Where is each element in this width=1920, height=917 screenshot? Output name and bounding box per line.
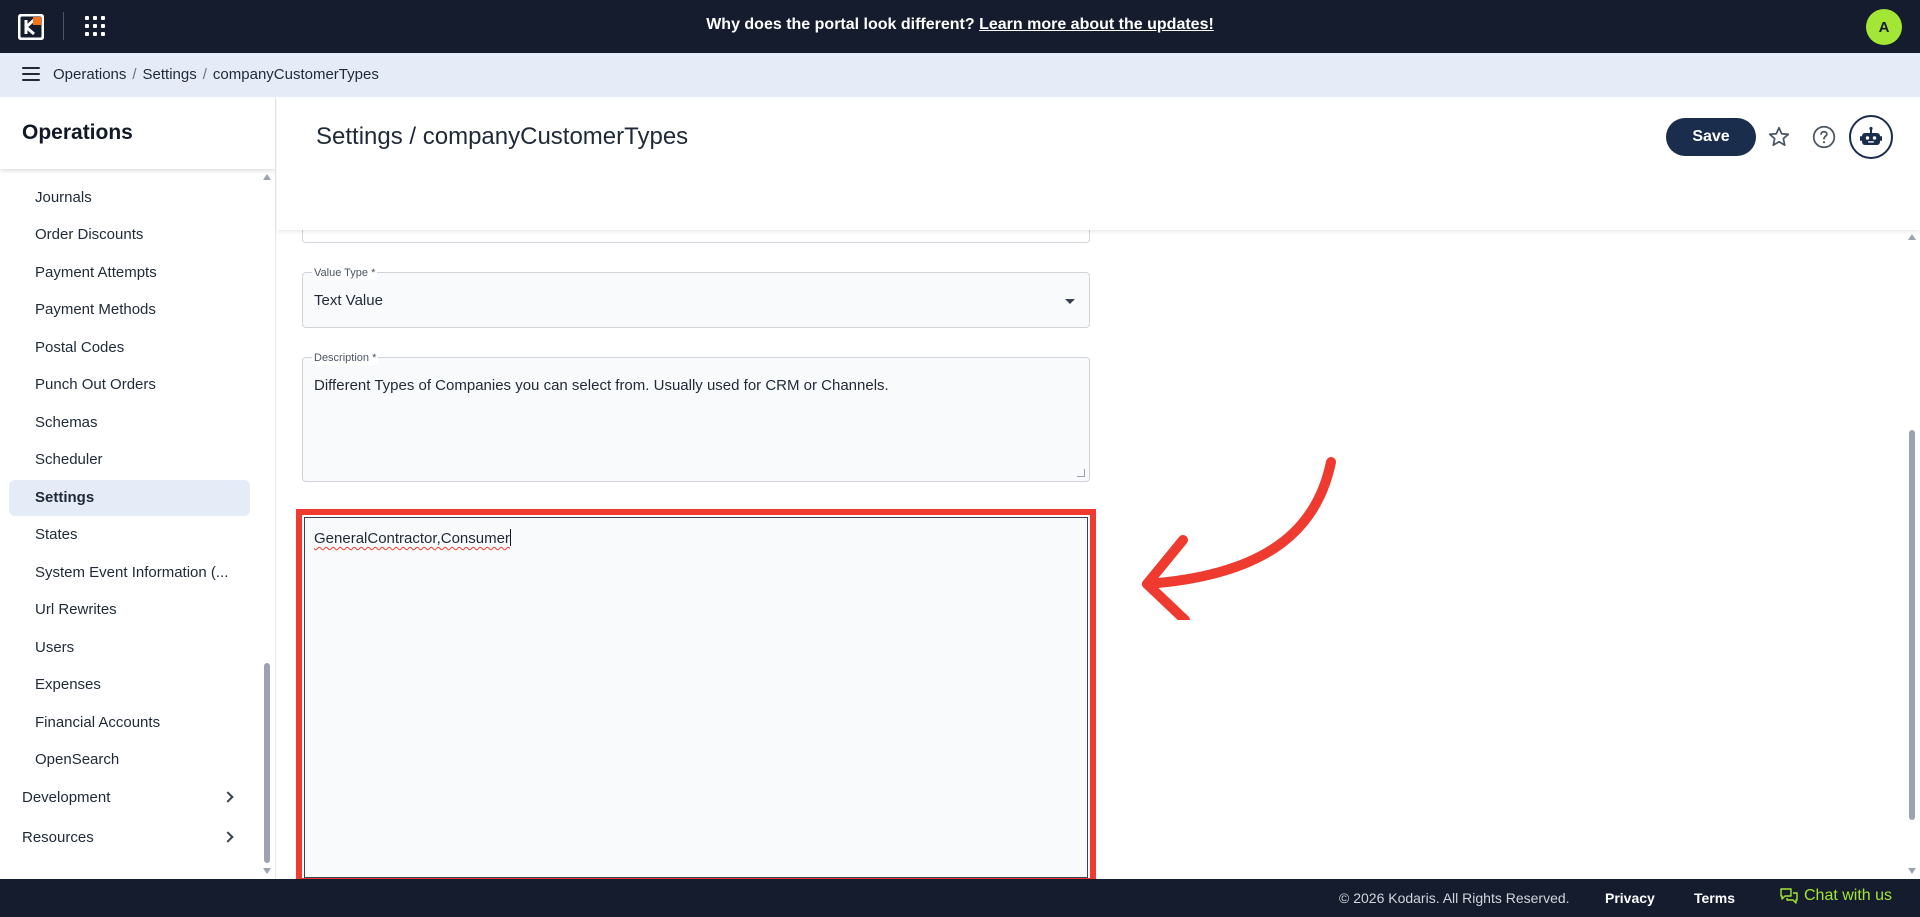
- main-scroll-down-arrow[interactable]: [1908, 868, 1916, 874]
- breadcrumb-item-settings[interactable]: Settings: [143, 66, 197, 83]
- description-value: Different Types of Companies you can sel…: [314, 377, 889, 394]
- resize-handle-icon[interactable]: [1077, 469, 1085, 477]
- chevron-right-icon: [222, 791, 234, 803]
- sidebar-item-settings[interactable]: Settings: [9, 480, 250, 516]
- sidebar-title: Operations: [0, 97, 275, 169]
- value-type-value: Text Value: [314, 292, 383, 309]
- annotation-arrow: [1142, 457, 1336, 620]
- page-header: Settings / companyCustomerTypes Save: [277, 97, 1920, 230]
- topbar-divider: [63, 12, 64, 40]
- page-title: Settings / companyCustomerTypes: [316, 123, 689, 150]
- sidebar-item-opensearch[interactable]: OpenSearch: [9, 742, 250, 778]
- sidebar-title-text: Operations: [22, 121, 133, 144]
- main-scroll-up-arrow[interactable]: [1908, 234, 1916, 240]
- sidebar-group-label: Resources: [22, 829, 94, 846]
- sidebar-scrollbar-thumb[interactable]: [264, 663, 270, 863]
- banner-text: Why does the portal look different?: [706, 16, 975, 33]
- avatar[interactable]: A: [1866, 9, 1902, 45]
- robot-assistant-button[interactable]: [1849, 115, 1893, 159]
- privacy-link[interactable]: Privacy: [1605, 890, 1655, 906]
- sidebar-item-scheduler[interactable]: Scheduler: [9, 442, 250, 478]
- sidebar-item-journals[interactable]: Journals: [9, 180, 250, 216]
- sidebar-group-label: Development: [22, 789, 111, 806]
- sidebar-item-payment-attempts[interactable]: Payment Attempts: [9, 255, 250, 291]
- footer: © 2026 Kodaris. All Rights Reserved. Pri…: [0, 879, 1920, 917]
- previous-field-bottom[interactable]: [302, 230, 1090, 243]
- kodaris-logo[interactable]: [18, 14, 44, 40]
- value-type-select[interactable]: Value Type * Text Value: [302, 266, 1090, 328]
- chat-label: Chat with us: [1804, 887, 1893, 904]
- main-scrollbar-thumb[interactable]: [1909, 430, 1915, 820]
- star-icon[interactable]: [1766, 124, 1792, 150]
- annotation-highlight-box: GeneralContractor,Consumer: [296, 509, 1096, 879]
- robot-assistant-icon: [1860, 126, 1882, 145]
- sidebar-group-development[interactable]: Development: [0, 780, 240, 816]
- value-type-label: Value Type *: [312, 266, 378, 280]
- sidebar-item-order-discounts[interactable]: Order Discounts: [9, 217, 250, 253]
- sidebar-group-resources[interactable]: Resources: [0, 820, 240, 856]
- breadcrumb-separator: /: [202, 66, 207, 83]
- sidebar: Operations Internal Notes Journals Order…: [0, 97, 276, 879]
- sidebar-item-states[interactable]: States: [9, 517, 250, 553]
- sidebar-item-url-rewrites[interactable]: Url Rewrites: [9, 592, 250, 628]
- apps-grid-icon[interactable]: [85, 16, 105, 36]
- chat-icon: [1780, 888, 1798, 904]
- top-banner-bar: Why does the portal look different? Lear…: [0, 0, 1920, 53]
- sidebar-item-users[interactable]: Users: [9, 630, 250, 666]
- sidebar-item-system-event-information[interactable]: System Event Information (...: [9, 555, 250, 591]
- sidebar-item-expenses[interactable]: Expenses: [9, 667, 250, 703]
- sidebar-item-payment-methods[interactable]: Payment Methods: [9, 292, 250, 328]
- terms-link[interactable]: Terms: [1694, 890, 1735, 906]
- help-icon[interactable]: [1811, 124, 1837, 150]
- description-label: Description *: [312, 351, 379, 365]
- breadcrumb-item-current: companyCustomerTypes: [212, 66, 379, 83]
- update-banner: Why does the portal look different? Lear…: [0, 16, 1920, 34]
- value-textarea[interactable]: GeneralContractor,Consumer: [304, 517, 1088, 878]
- chat-with-us-button[interactable]: Chat with us: [1780, 887, 1892, 905]
- copyright-text: © 2026 Kodaris. All Rights Reserved.: [1339, 890, 1570, 906]
- sidebar-item-schemas[interactable]: Schemas: [9, 405, 250, 441]
- sidebar-scroll-up-arrow[interactable]: [263, 174, 271, 180]
- breadcrumb-bar: Operations / Settings / companyCustomerT…: [0, 53, 1920, 97]
- hamburger-menu-icon[interactable]: [22, 67, 40, 81]
- chevron-right-icon: [222, 831, 234, 843]
- value-textarea-text: GeneralContractor,Consumer: [314, 530, 510, 547]
- sidebar-item-financial-accounts[interactable]: Financial Accounts: [9, 705, 250, 741]
- learn-more-link[interactable]: Learn more about the updates!: [979, 16, 1214, 33]
- sidebar-scroll-down-arrow[interactable]: [263, 868, 271, 874]
- description-textarea[interactable]: Description * Different Types of Compani…: [302, 351, 1090, 482]
- sidebar-item-postal-codes[interactable]: Postal Codes: [9, 330, 250, 366]
- save-button[interactable]: Save: [1666, 118, 1756, 156]
- sidebar-item-punch-out-orders[interactable]: Punch Out Orders: [9, 367, 250, 403]
- breadcrumb: Operations / Settings / companyCustomerT…: [53, 66, 379, 83]
- breadcrumb-item-operations[interactable]: Operations: [53, 66, 126, 83]
- breadcrumb-separator: /: [132, 66, 137, 83]
- dropdown-caret-icon: [1065, 299, 1075, 304]
- settings-form: Value Type * Text Value Description * Di…: [277, 230, 1920, 879]
